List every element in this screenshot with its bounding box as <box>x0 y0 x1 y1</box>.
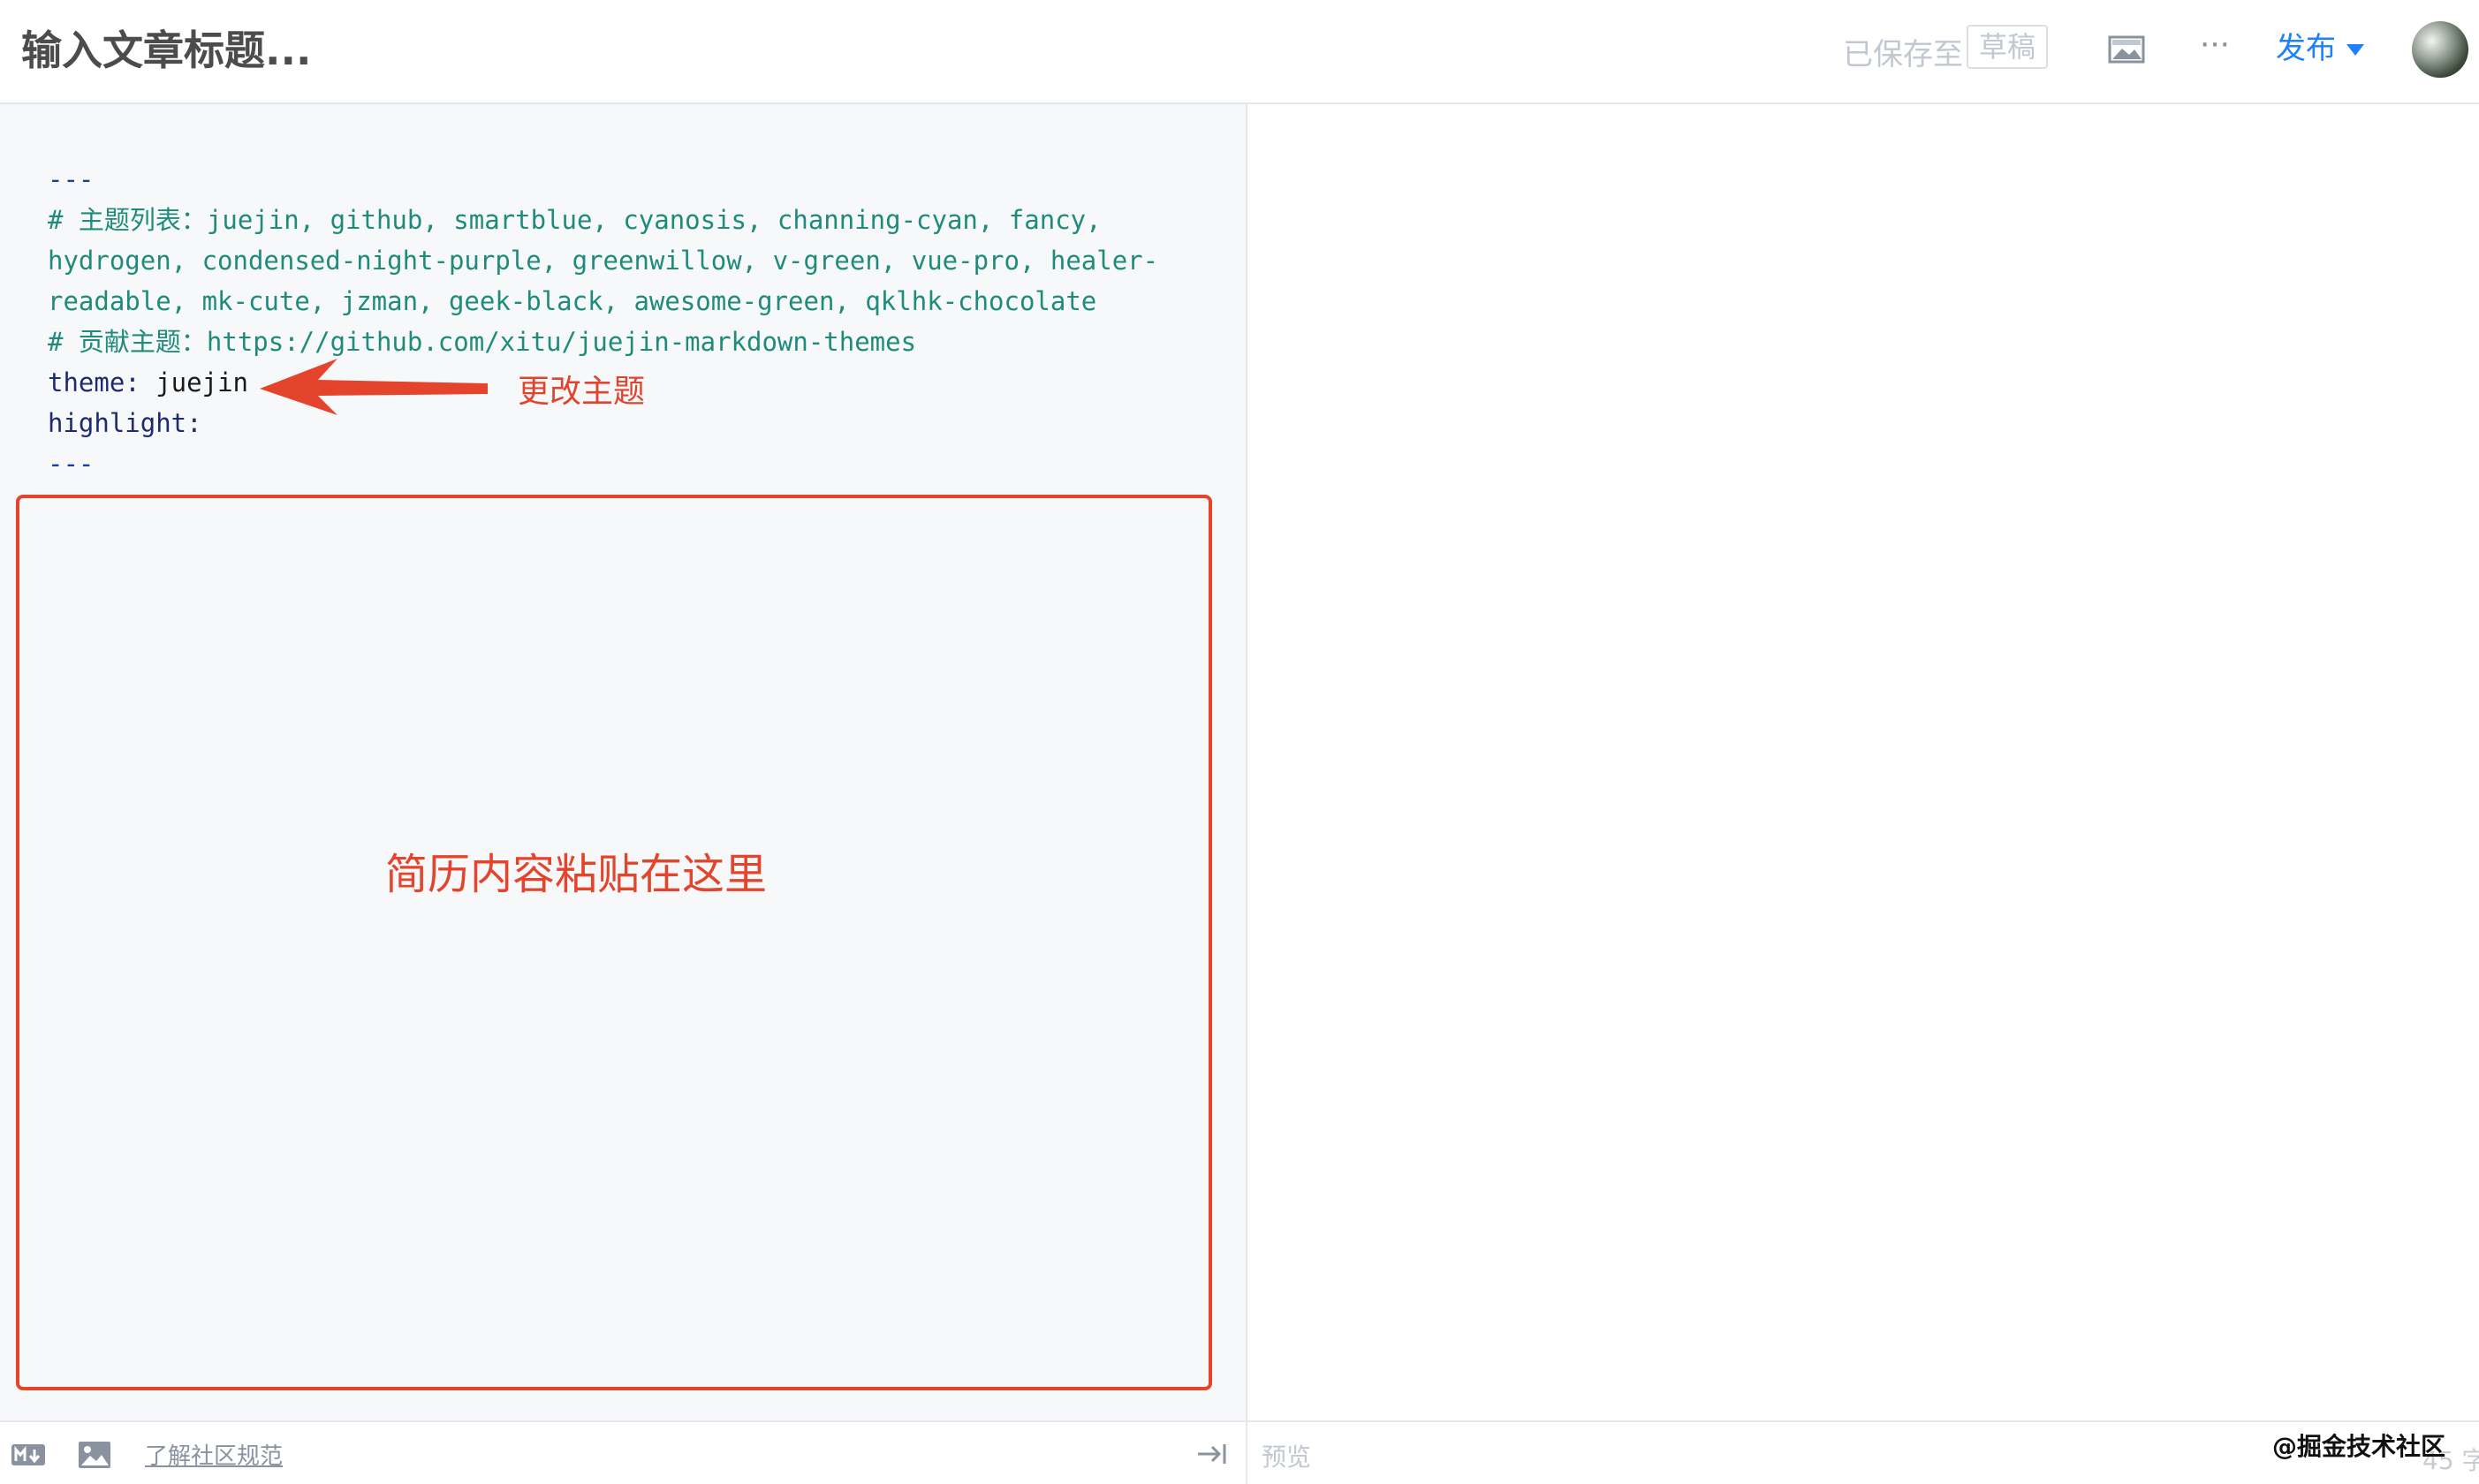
yaml-key: highlight: <box>48 408 202 438</box>
community-guidelines-link[interactable]: 了解社区规范 <box>145 1438 283 1471</box>
pane-divider[interactable] <box>1246 104 1247 1484</box>
insert-image-icon[interactable] <box>2108 32 2145 67</box>
code-line[interactable]: # 主题列表：juejin, github, smartblue, cyanos… <box>48 200 1158 240</box>
yaml-comment: # 主题列表：juejin, github, smartblue, cyanos… <box>48 205 1102 235</box>
code-line[interactable]: # 贡献主题：https://github.com/xitu/juejin-ma… <box>48 322 1158 362</box>
image-icon[interactable] <box>78 1440 111 1470</box>
yaml-key: theme: <box>48 367 140 398</box>
article-title-input[interactable] <box>21 19 1081 81</box>
code-line[interactable]: --- <box>48 159 1158 200</box>
code-line[interactable]: hydrogen, condensed-night-purple, greenw… <box>48 240 1158 281</box>
watermark: @掘金技术社区 <box>2272 1432 2446 1461</box>
yaml-comment: # 贡献主题：https://github.com/xitu/juejin-ma… <box>48 327 917 357</box>
editor-header: 已保存至 草稿 ··· 发布 <box>0 0 2479 104</box>
yaml-comment: readable, mk-cute, jzman, geek-black, aw… <box>48 286 1097 316</box>
saved-status-text: 已保存至 <box>1843 37 1963 72</box>
annotation-text: 更改主题 <box>518 374 646 410</box>
paste-area-text: 简历内容粘贴在这里 <box>385 850 768 899</box>
more-options-icon[interactable]: ··· <box>2195 25 2233 62</box>
code-line[interactable]: --- <box>48 443 1158 484</box>
publish-button[interactable]: 发布 <box>2276 26 2364 71</box>
preview-label: 预览 <box>1262 1442 1312 1472</box>
user-avatar[interactable] <box>2412 21 2468 78</box>
annotation-arrow <box>260 359 488 415</box>
publish-label: 发布 <box>2276 31 2336 66</box>
collapse-preview-icon[interactable] <box>1196 1442 1228 1466</box>
frontmatter-delimiter: --- <box>48 164 95 194</box>
editor-footer: 了解社区规范 <box>0 1420 1246 1484</box>
yaml-comment: hydrogen, condensed-night-purple, greenw… <box>48 246 1159 276</box>
frontmatter-delimiter: --- <box>48 449 95 479</box>
code-line[interactable]: readable, mk-cute, jzman, geek-black, aw… <box>48 281 1158 322</box>
markdown-icon[interactable] <box>11 1442 46 1468</box>
chevron-down-icon <box>2346 44 2364 56</box>
yaml-value: juejin <box>140 367 248 398</box>
drafts-button[interactable]: 草稿 <box>1967 25 2048 69</box>
markdown-content[interactable]: --- # 主题列表：juejin, github, smartblue, cya… <box>48 159 1158 484</box>
paste-area-highlight <box>16 495 1212 1390</box>
